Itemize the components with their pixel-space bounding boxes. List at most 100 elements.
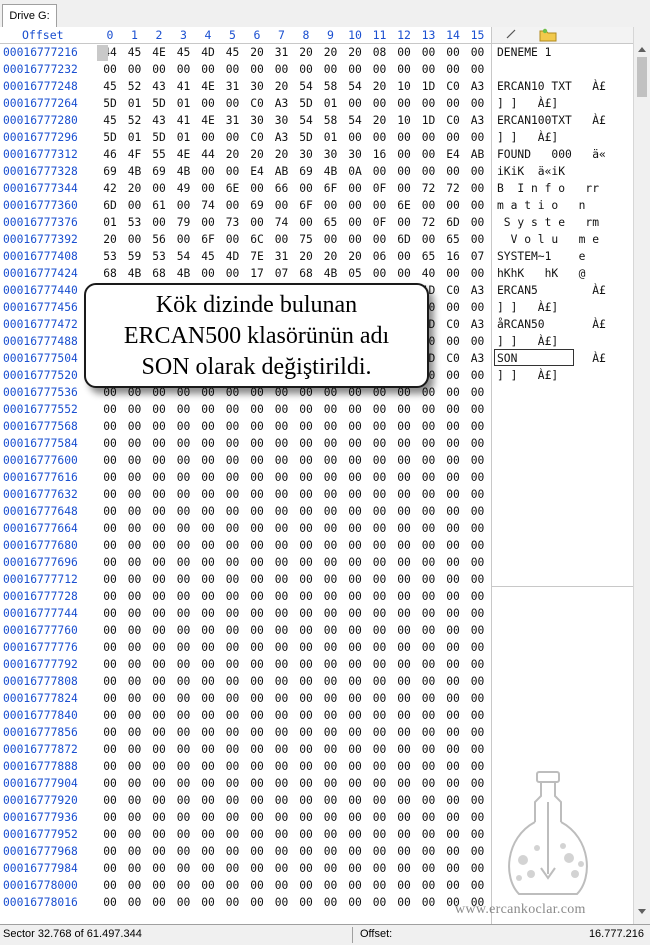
hex-byte[interactable]: 00 — [270, 588, 294, 605]
hex-byte[interactable]: 00 — [466, 639, 490, 656]
hex-byte[interactable]: 0F — [368, 214, 392, 231]
hex-byte[interactable]: 00 — [319, 469, 343, 486]
hex-byte[interactable]: 00 — [172, 452, 196, 469]
hex-byte[interactable]: 00 — [368, 826, 392, 843]
hex-byte[interactable]: 00 — [172, 197, 196, 214]
hex-byte[interactable]: 00 — [466, 129, 490, 146]
hex-byte[interactable]: 58 — [319, 112, 343, 129]
hex-row[interactable]: 00016777792 00 00 00 00 00 00 00 00 00 00 00 00 00 00 0… — [0, 656, 650, 673]
hex-byte[interactable]: 00 — [392, 435, 416, 452]
hex-byte[interactable]: 00 — [417, 503, 441, 520]
hex-byte[interactable]: 00 — [123, 690, 147, 707]
hex-byte[interactable]: 00 — [172, 690, 196, 707]
hex-byte[interactable]: 00 — [441, 605, 465, 622]
hex-byte[interactable]: 59 — [123, 248, 147, 265]
hex-byte[interactable]: 00 — [221, 486, 245, 503]
hex-byte[interactable]: 00 — [196, 860, 220, 877]
hex-byte[interactable]: 6F — [294, 197, 318, 214]
hex-byte[interactable]: 00 — [319, 656, 343, 673]
hex-byte[interactable]: 00 — [98, 520, 122, 537]
hex-byte[interactable]: 00 — [441, 639, 465, 656]
hex-byte[interactable]: 00 — [392, 826, 416, 843]
hex-byte[interactable]: 00 — [417, 690, 441, 707]
hex-byte[interactable]: 00 — [245, 435, 269, 452]
hex-byte[interactable]: 00 — [98, 673, 122, 690]
hex-byte[interactable]: 00 — [343, 894, 367, 911]
hex-byte[interactable]: 00 — [466, 826, 490, 843]
hex-byte[interactable]: 00 — [392, 571, 416, 588]
hex-byte[interactable]: 00 — [417, 520, 441, 537]
hex-byte[interactable]: 00 — [294, 469, 318, 486]
hex-byte[interactable]: 4B — [123, 163, 147, 180]
hex-byte[interactable]: 00 — [221, 792, 245, 809]
hex-byte[interactable]: 53 — [147, 248, 171, 265]
hex-byte[interactable]: 00 — [270, 707, 294, 724]
hex-byte[interactable]: 00 — [392, 129, 416, 146]
hex-byte[interactable]: 41 — [172, 112, 196, 129]
hex-byte[interactable]: 01 — [172, 129, 196, 146]
hex-byte[interactable]: 00 — [245, 214, 269, 231]
hex-byte[interactable]: 61 — [147, 197, 171, 214]
hex-byte[interactable]: 00 — [319, 61, 343, 78]
hex-byte[interactable]: 00 — [343, 418, 367, 435]
hex-byte[interactable]: 52 — [123, 78, 147, 95]
pen-icon[interactable] — [506, 29, 516, 39]
hex-byte[interactable]: 00 — [221, 605, 245, 622]
hex-byte[interactable]: 00 — [466, 95, 490, 112]
hex-byte[interactable]: 00 — [147, 724, 171, 741]
hex-byte[interactable]: 00 — [270, 401, 294, 418]
hex-byte[interactable]: 00 — [392, 707, 416, 724]
hex-byte[interactable]: 00 — [417, 758, 441, 775]
hex-byte[interactable]: 00 — [98, 61, 122, 78]
hex-byte[interactable]: 00 — [417, 605, 441, 622]
hex-byte[interactable]: 00 — [343, 537, 367, 554]
hex-byte[interactable]: 00 — [417, 673, 441, 690]
hex-byte[interactable]: 00 — [441, 758, 465, 775]
hex-byte[interactable]: 00 — [466, 486, 490, 503]
hex-byte[interactable]: 00 — [319, 826, 343, 843]
hex-byte[interactable]: 00 — [441, 418, 465, 435]
hex-byte[interactable]: 00 — [319, 435, 343, 452]
hex-byte[interactable]: 00 — [245, 758, 269, 775]
hex-byte[interactable]: 00 — [270, 792, 294, 809]
hex-byte[interactable]: 00 — [368, 622, 392, 639]
hex-byte[interactable]: 00 — [270, 452, 294, 469]
hex-byte[interactable]: 00 — [196, 554, 220, 571]
hex-byte[interactable]: 46 — [98, 146, 122, 163]
hex-byte[interactable]: 20 — [98, 231, 122, 248]
hex-byte[interactable]: 00 — [245, 894, 269, 911]
row-text[interactable]: ] ] À£] — [497, 299, 558, 316]
hex-byte[interactable]: 00 — [343, 707, 367, 724]
hex-byte[interactable]: 00 — [123, 605, 147, 622]
hex-byte[interactable]: 00 — [441, 588, 465, 605]
hex-byte[interactable]: 01 — [123, 129, 147, 146]
row-text[interactable]: ] ] À£] — [497, 129, 558, 146]
hex-row[interactable]: 00016777616 00 00 00 00 00 00 00 00 00 00 00 00 00 00 0… — [0, 469, 650, 486]
hex-byte[interactable]: 00 — [196, 758, 220, 775]
hex-byte[interactable]: 00 — [392, 503, 416, 520]
hex-byte[interactable]: 00 — [441, 571, 465, 588]
hex-byte[interactable]: 00 — [294, 826, 318, 843]
hex-byte[interactable]: 00 — [245, 707, 269, 724]
hex-byte[interactable]: 00 — [294, 214, 318, 231]
hex-byte[interactable]: 00 — [466, 44, 490, 61]
hex-byte[interactable]: 30 — [294, 146, 318, 163]
hex-byte[interactable]: 00 — [98, 452, 122, 469]
hex-byte[interactable]: 00 — [417, 622, 441, 639]
hex-byte[interactable]: 00 — [392, 741, 416, 758]
vertical-scrollbar[interactable] — [633, 27, 650, 924]
hex-byte[interactable]: 00 — [368, 265, 392, 282]
hex-byte[interactable]: 00 — [221, 690, 245, 707]
hex-byte[interactable]: 00 — [319, 792, 343, 809]
hex-byte[interactable]: 56 — [147, 231, 171, 248]
hex-byte[interactable]: 00 — [98, 418, 122, 435]
hex-byte[interactable]: 00 — [392, 163, 416, 180]
hex-byte[interactable]: 00 — [245, 622, 269, 639]
hex-byte[interactable]: 00 — [270, 724, 294, 741]
hex-byte[interactable]: 00 — [98, 860, 122, 877]
hex-byte[interactable]: 4B — [123, 265, 147, 282]
hex-byte[interactable]: 00 — [147, 775, 171, 792]
hex-byte[interactable]: 00 — [417, 707, 441, 724]
hex-byte[interactable]: 00 — [466, 503, 490, 520]
hex-byte[interactable]: 00 — [221, 860, 245, 877]
